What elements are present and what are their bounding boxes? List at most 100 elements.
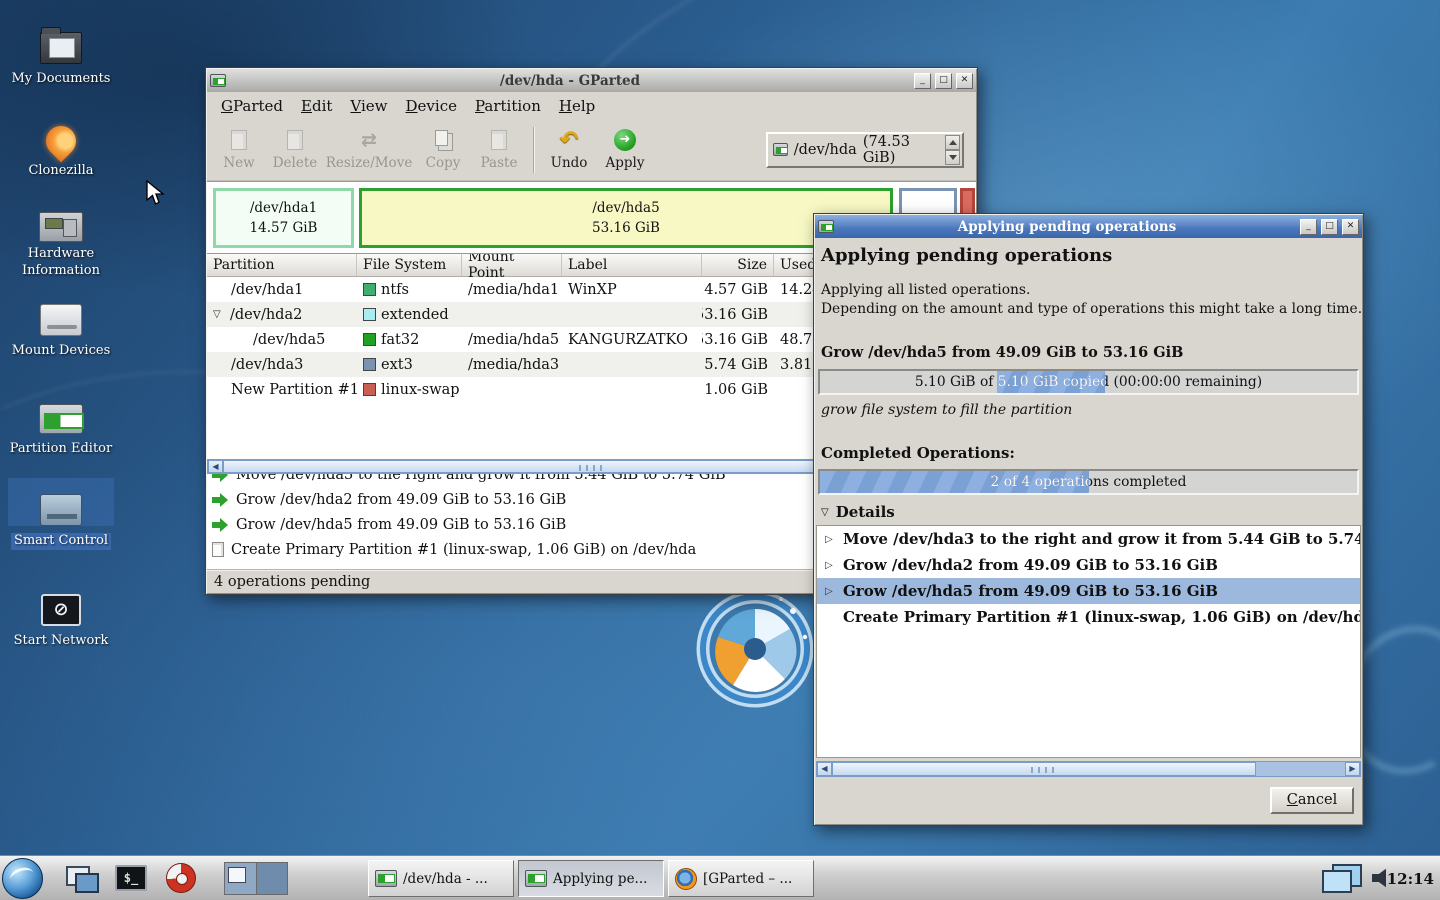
- close-button[interactable]: ✕: [1342, 219, 1359, 235]
- gparted-icon: [375, 870, 397, 887]
- new-partition-icon: [212, 542, 224, 557]
- task-label: [GParted – ...: [703, 871, 792, 887]
- menu-edit[interactable]: Edit: [292, 94, 341, 118]
- column-header-filesystem[interactable]: File System: [357, 254, 462, 276]
- new-button[interactable]: New: [211, 122, 267, 178]
- desktop-icon-label: Clonezilla: [28, 163, 93, 180]
- taskbar-task-gparted[interactable]: /dev/hda - ...: [368, 860, 514, 897]
- desktop-icon-mount-devices[interactable]: Mount Devices: [8, 288, 114, 360]
- cell-mount-point: /media/hda5: [462, 332, 562, 348]
- current-operation-progressbar: 5.10 GiB of 5.10 GiB copied (00:00:00 re…: [818, 369, 1359, 395]
- details-expander[interactable]: ▽ Details: [821, 503, 895, 521]
- dialog-window-title: Applying pending operations: [838, 219, 1296, 235]
- details-list: ▷Move /dev/hda3 to the right and grow it…: [816, 525, 1361, 758]
- chevron-right-icon[interactable]: ▷: [825, 534, 835, 545]
- total-progressbar: 2 of 4 operations completed 2 of 4 opera…: [818, 469, 1359, 495]
- copy-button[interactable]: Copy: [415, 122, 471, 178]
- copy-icon: [431, 128, 455, 152]
- pager-desktop-2[interactable]: [257, 863, 288, 894]
- chevron-right-icon[interactable]: ▷: [825, 586, 835, 597]
- column-header-label[interactable]: Label: [562, 254, 702, 276]
- scroll-left-icon[interactable]: ◀: [817, 762, 832, 776]
- column-header-mount-point[interactable]: Mount Point: [462, 254, 562, 276]
- minimize-button[interactable]: _: [914, 73, 931, 89]
- maximize-button[interactable]: □: [1321, 219, 1338, 235]
- cell-label: WinXP: [562, 282, 702, 298]
- taskbar-task-browser[interactable]: [GParted – ...: [668, 860, 814, 897]
- spin-up-icon[interactable]: [945, 135, 960, 150]
- desktop-icon-smart-control[interactable]: Smart Control: [8, 478, 114, 550]
- drive-icon: [40, 304, 82, 336]
- start-menu-button[interactable]: [2, 858, 43, 899]
- folder-icon: [40, 32, 82, 64]
- scrollbar-track[interactable]: [1256, 762, 1345, 776]
- detail-row[interactable]: Create Primary Partition #1 (linux-swap,…: [817, 604, 1360, 630]
- partition-box-size: 53.16 GiB: [592, 218, 660, 238]
- cell-size: 53.16 GiB: [702, 332, 774, 348]
- menu-help[interactable]: Help: [550, 94, 604, 118]
- taskbar-task-applying[interactable]: Applying pe...: [518, 860, 664, 897]
- menu-view[interactable]: View: [341, 94, 396, 118]
- delete-button[interactable]: Delete: [267, 122, 323, 178]
- display-settings-icon[interactable]: [1322, 864, 1362, 892]
- maximize-button[interactable]: □: [935, 73, 952, 89]
- operation-text: Move /dev/hda3 to the right and grow it …: [236, 474, 726, 483]
- cancel-button[interactable]: Cancel: [1270, 787, 1354, 814]
- details-label: Details: [836, 503, 895, 521]
- task-label: Applying pe...: [553, 871, 647, 887]
- desktop-icon-clonezilla[interactable]: Clonezilla: [8, 108, 114, 180]
- menu-partition[interactable]: Partition: [466, 94, 550, 118]
- close-button[interactable]: ✕: [956, 73, 973, 89]
- gparted-titlebar[interactable]: /dev/hda - GParted _ □ ✕: [207, 69, 976, 92]
- resize-arrow-icon: [212, 493, 229, 507]
- device-spinner[interactable]: [945, 135, 960, 165]
- detail-row[interactable]: ▷ Grow /dev/hda2 from 49.09 GiB to 53.16 …: [817, 552, 1360, 578]
- desktop-icon-start-network[interactable]: ⊘ Start Network: [8, 578, 114, 650]
- chevron-right-icon[interactable]: ▷: [825, 560, 835, 571]
- undo-button[interactable]: ↶ Undo: [541, 122, 597, 178]
- desktop-icon-my-documents[interactable]: My Documents: [8, 16, 114, 88]
- gparted-toolbar: New Delete ⇄ Resize/Move Copy Paste ↶ Un…: [207, 119, 976, 181]
- paste-button[interactable]: Paste: [471, 122, 527, 178]
- partition-box-hda1[interactable]: /dev/hda1 14.57 GiB: [213, 188, 354, 248]
- scroll-right-icon[interactable]: ▶: [1345, 762, 1360, 776]
- menu-device[interactable]: Device: [397, 94, 466, 118]
- partition-disk-icon: [39, 404, 83, 434]
- detail-text: Grow /dev/hda2 from 49.09 GiB to 53.16 G…: [843, 556, 1218, 574]
- minimize-button[interactable]: _: [1300, 219, 1317, 235]
- column-header-size[interactable]: Size: [702, 254, 774, 276]
- pager-desktop-1[interactable]: [225, 863, 257, 894]
- partition-box-size: 14.57 GiB: [250, 218, 318, 238]
- desktop-icon-label: Mount Devices: [12, 343, 111, 360]
- resize-move-button[interactable]: ⇄ Resize/Move: [323, 122, 415, 178]
- cell-partition: /dev/hda5: [207, 332, 357, 348]
- desktop-icon-label: My Documents: [12, 71, 111, 88]
- desktop-pager[interactable]: [224, 862, 288, 895]
- desktop-icon-hardware-information[interactable]: Hardware Information: [8, 194, 114, 280]
- cell-mount-point: /media/hda3: [462, 357, 562, 373]
- row-expander-icon[interactable]: ▽: [213, 309, 225, 320]
- delete-icon: [283, 128, 307, 152]
- details-horizontal-scrollbar[interactable]: ◀ ▶: [816, 761, 1361, 777]
- detail-row[interactable]: ▷Move /dev/hda3 to the right and grow it…: [817, 526, 1360, 552]
- apply-button-label: Apply: [606, 155, 645, 171]
- scrollbar-thumb[interactable]: [832, 762, 1256, 776]
- clonezilla-launcher-button[interactable]: [162, 861, 200, 895]
- scroll-left-icon[interactable]: ◀: [208, 460, 223, 473]
- spin-down-icon[interactable]: [945, 150, 960, 165]
- fs-color-swatch: [363, 383, 376, 396]
- cell-size: 5.74 GiB: [702, 357, 774, 373]
- flame-icon: [40, 120, 82, 162]
- device-selector[interactable]: /dev/hda (74.53 GiB): [766, 132, 964, 168]
- detail-row-selected[interactable]: ▷Grow /dev/hda5 from 49.09 GiB to 53.16 …: [817, 578, 1360, 604]
- window-switcher-button[interactable]: [62, 861, 100, 895]
- fs-color-swatch: [363, 283, 376, 296]
- column-header-partition[interactable]: Partition: [207, 254, 357, 276]
- cell-size: 1.06 GiB: [702, 382, 774, 398]
- cell-size: 14.57 GiB: [702, 282, 774, 298]
- menu-gparted[interactable]: GParted: [212, 94, 292, 118]
- terminal-button[interactable]: $_: [112, 861, 150, 895]
- dialog-titlebar[interactable]: Applying pending operations _ □ ✕: [815, 215, 1362, 238]
- apply-button[interactable]: ➜ Apply: [597, 122, 653, 178]
- desktop-icon-partition-editor[interactable]: Partition Editor: [8, 386, 114, 458]
